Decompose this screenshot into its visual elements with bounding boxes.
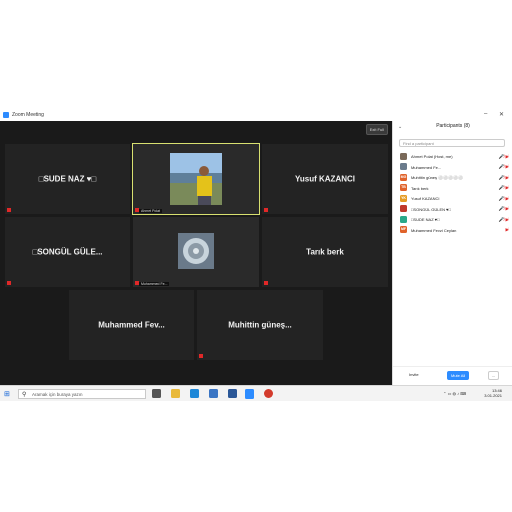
store-icon[interactable] (209, 389, 218, 398)
mute-all-button[interactable]: Mute All (447, 371, 470, 380)
participant-row-name: Muhittin güneş ⚪⚪⚪⚪⚪ (411, 175, 464, 180)
participant-search-input[interactable]: Find a participant (399, 139, 505, 147)
taskbar-clock[interactable]: 13:46 3.01.2021 (484, 388, 502, 398)
participants-title: Participants (8) (436, 123, 470, 129)
participant-row[interactable]: Muhammed Fe... 🎤̸ ▶̸ (393, 162, 512, 173)
avatar (400, 205, 407, 212)
participants-header: ⌄ Participants (8) (393, 123, 512, 133)
participant-video (170, 153, 222, 205)
participant-row-name: Muhammed Fe... (411, 164, 442, 170)
participant-video (178, 233, 214, 269)
windows-taskbar: ⊞ ⚲ Aramak için buraya yazın ⌃ ▭ ◍ ♪ ⌨ 1… (0, 385, 512, 401)
video-tile[interactable]: □SONGÜL GÜLE... (5, 217, 130, 287)
avatar: TB (400, 184, 407, 191)
video-tile[interactable]: Tarık berk (262, 217, 388, 287)
system-tray-icons[interactable]: ⌃ ▭ ◍ ♪ ⌨ (443, 391, 466, 396)
muted-mic-icon (135, 281, 139, 285)
minimize-icon[interactable]: – (484, 111, 487, 117)
mic-camera-off-icon[interactable]: 🎤̸ ▶̸ (499, 185, 509, 191)
windows-start-icon[interactable]: ⊞ (4, 390, 10, 398)
participant-name: Tarık berk (306, 247, 344, 257)
mic-camera-off-icon[interactable]: 🎤̸ ▶̸ (499, 196, 509, 202)
edge-icon[interactable] (190, 389, 199, 398)
avatar: YK (400, 194, 407, 202)
participant-name-label: Ahmet Polat (139, 209, 163, 213)
participant-name-label: Muhammed Fe... (139, 282, 170, 286)
participant-row-name: □SONGÜL GÜLEN ♥□ (411, 206, 451, 212)
muted-mic-icon (7, 208, 11, 212)
file-explorer-icon[interactable] (171, 389, 180, 398)
chrome-icon[interactable] (264, 389, 273, 398)
participant-name: Yusuf KAZANCI (295, 174, 355, 184)
participant-name: Muhammed Fev... (98, 320, 165, 330)
video-tile[interactable]: Muhammed Fe... (133, 217, 259, 287)
participants-panel: ⌄ Participants (8) Find a participant Ah… (392, 121, 512, 385)
video-gallery: Exit Full □SUDE NAZ ♥□ Ahmet Polat Yusuf… (0, 121, 392, 385)
participant-name: Muhittin güneş... (228, 320, 292, 330)
avatar: MF (400, 226, 407, 233)
participant-row-name: □SUDE NAZ ♥□ (411, 217, 440, 222)
zoom-icon[interactable] (245, 389, 254, 399)
participant-row[interactable]: □SUDE NAZ ♥□ 🎤̸ ▶̸ (393, 214, 512, 225)
participant-row[interactable]: YK Yusuf KAZANCI 🎤̸ ▶̸ (393, 193, 512, 204)
mic-camera-off-icon[interactable]: 🎤̸ ▶̸ (499, 154, 509, 160)
zoom-screen: Zoom Meeting – ✕ Exit Full □SUDE NAZ ♥□ … (0, 109, 512, 401)
participant-row[interactable]: MF Muhammed Fevzi Ceylan ▶̸ (393, 225, 512, 236)
muted-mic-icon (264, 208, 268, 212)
mic-camera-off-icon[interactable]: 🎤̸ ▶̸ (499, 206, 509, 212)
zoom-app-icon (3, 112, 9, 118)
muted-mic-icon (264, 281, 268, 285)
chevron-down-icon[interactable]: ⌄ (398, 124, 402, 130)
avatar (400, 152, 407, 160)
avatar (400, 215, 407, 223)
video-tile[interactable]: Muhittin güneş... (197, 290, 323, 360)
video-tile[interactable]: Yusuf KAZANCI (262, 144, 388, 214)
close-icon[interactable]: ✕ (499, 111, 504, 118)
mic-camera-off-icon[interactable]: ▶̸ (506, 227, 509, 233)
window-title: Zoom Meeting (12, 112, 44, 118)
mic-camera-off-icon[interactable]: 🎤̸ ▶̸ (499, 164, 509, 170)
participant-row[interactable]: TB Tarık berk 🎤̸ ▶̸ (393, 183, 512, 194)
participant-row-name: Muhammed Fevzi Ceylan (411, 227, 457, 233)
task-view-icon[interactable] (152, 389, 161, 398)
participant-list: Ahmet Polat (Host, me) 🎤̸ ▶̸ Muhammed Fe… (393, 151, 512, 235)
participant-row-name: Yusuf KAZANCI (411, 196, 440, 201)
muted-mic-icon (7, 281, 11, 285)
participant-row[interactable]: □SONGÜL GÜLEN ♥□ 🎤̸ ▶̸ (393, 204, 512, 215)
taskbar-search-input[interactable]: ⚲ Aramak için buraya yazın (18, 389, 146, 399)
video-tile-active[interactable]: Ahmet Polat (132, 143, 260, 215)
title-bar: Zoom Meeting – ✕ (0, 109, 512, 121)
clock-date: 3.01.2021 (484, 393, 502, 398)
exit-fullscreen-button[interactable]: Exit Full (365, 124, 388, 135)
invite-button[interactable]: Invite (409, 372, 419, 377)
taskbar-search-placeholder: Aramak için buraya yazın (32, 392, 83, 397)
avatar: MG (400, 173, 407, 181)
avatar (400, 163, 407, 170)
video-tile[interactable]: □SUDE NAZ ♥□ (5, 144, 130, 214)
participants-footer: Invite Mute All ... (393, 366, 512, 385)
participant-name: □SONGÜL GÜLE... (32, 247, 103, 257)
search-icon: ⚲ (22, 392, 27, 398)
participant-row-name: Tarık berk (411, 185, 429, 191)
mic-camera-off-icon[interactable]: 🎤̸ ▶̸ (499, 175, 509, 181)
muted-mic-icon (135, 208, 139, 212)
mic-camera-off-icon[interactable]: 🎤̸ ▶̸ (499, 217, 509, 223)
participant-row-name: Ahmet Polat (Host, me) (411, 154, 453, 159)
participant-row[interactable]: Ahmet Polat (Host, me) 🎤̸ ▶̸ (393, 151, 512, 162)
muted-mic-icon (199, 354, 203, 358)
video-tile[interactable]: Muhammed Fev... (69, 290, 194, 360)
more-button[interactable]: ... (487, 371, 499, 380)
mail-icon[interactable] (228, 389, 237, 398)
participant-name: □SUDE NAZ ♥□ (38, 174, 97, 184)
participant-row[interactable]: MG Muhittin güneş ⚪⚪⚪⚪⚪ 🎤̸ ▶̸ (393, 172, 512, 183)
